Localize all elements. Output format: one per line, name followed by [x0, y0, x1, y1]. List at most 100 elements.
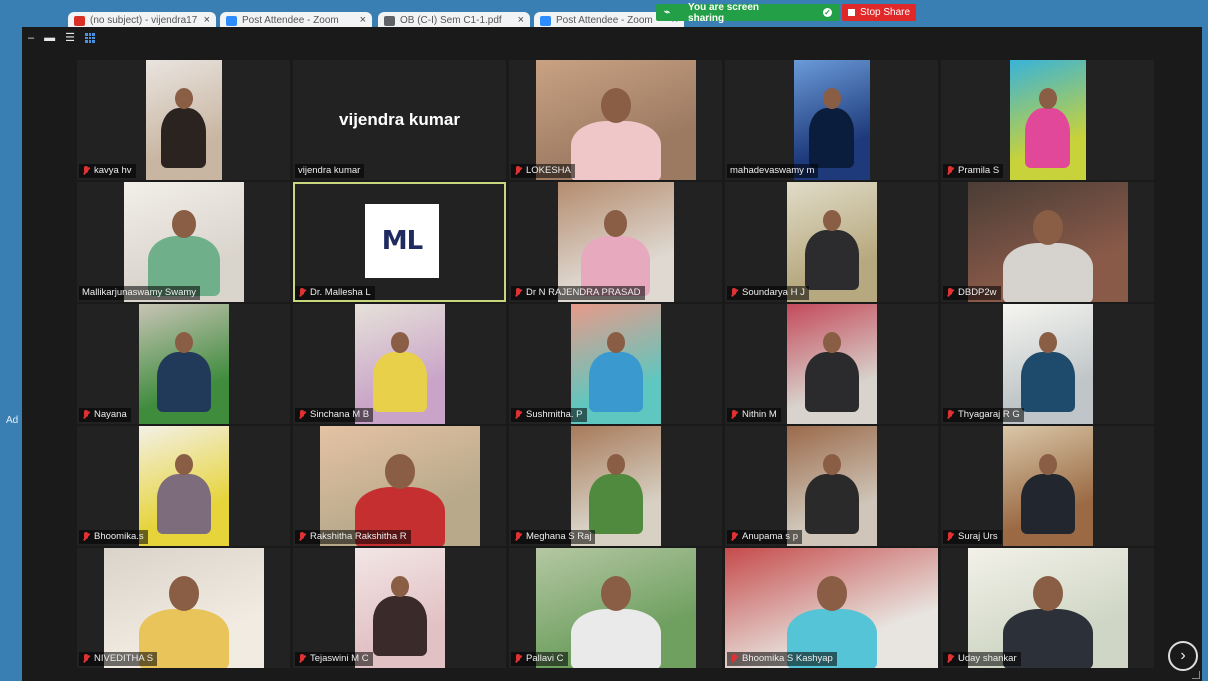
participant-name: Dr N RAJENDRA PRASAD [526, 287, 641, 298]
person-head [822, 454, 841, 475]
video-feed [138, 426, 229, 546]
profile-logo: ML [365, 204, 439, 278]
gallery-view-icon[interactable] [85, 33, 95, 43]
participant-display-name: vijendra kumar [339, 110, 460, 129]
person-head [174, 454, 193, 475]
resize-grip-icon[interactable] [1192, 671, 1200, 679]
participant-tile[interactable]: Nithin M [725, 304, 938, 424]
participant-name: vijendra kumar [298, 165, 361, 176]
participant-tile[interactable]: Mallikarjunaswamy Swamy [77, 182, 290, 302]
muted-mic-icon [946, 288, 954, 298]
next-page-button[interactable]: › [1168, 641, 1198, 671]
muted-mic-icon [82, 410, 90, 420]
person-head [390, 332, 409, 353]
person-head [600, 88, 631, 123]
participant-tile[interactable]: Dr N RAJENDRA PRASAD [509, 182, 722, 302]
person-body [156, 473, 211, 534]
participant-tile[interactable]: Anupama s p [725, 426, 938, 546]
profile-picture [1009, 60, 1086, 180]
video-feed [786, 182, 877, 302]
participant-name-label: Anupama s p [727, 530, 802, 544]
person-body [804, 473, 859, 534]
minimize-icon[interactable]: – [28, 32, 34, 44]
restore-icon[interactable]: ▬ [44, 32, 55, 44]
participant-name: Sushmitha. P [526, 409, 583, 420]
muted-mic-icon [514, 288, 522, 298]
close-icon[interactable]: × [518, 14, 524, 26]
person-head [606, 332, 625, 353]
participant-tile[interactable]: LOKESHA [509, 60, 722, 180]
participant-name-label: Pallavi C [511, 652, 568, 666]
muted-mic-icon [82, 532, 90, 542]
browser-tab-title: Post Attendee - Zoom [242, 15, 339, 26]
participant-tile[interactable]: Sushmitha. P [509, 304, 722, 424]
participant-tile[interactable]: Pallavi C [509, 548, 722, 668]
person-body [160, 107, 207, 168]
muted-mic-icon [946, 166, 954, 176]
screen-sharing-text: You are screen sharing [688, 1, 759, 24]
video-feed [570, 304, 661, 424]
participant-name-label: Suraj Urs [943, 530, 1002, 544]
participant-name: Meghana S Raj [526, 531, 592, 542]
profile-picture [793, 60, 870, 180]
muted-mic-icon [730, 654, 738, 664]
participant-name: Tejaswini M C [310, 653, 369, 664]
participant-tile[interactable]: Thyagaraj R G [941, 304, 1154, 424]
muted-mic-icon [82, 166, 90, 176]
person-head [822, 88, 841, 109]
participant-tile[interactable]: ML Dr. Mallesha L [293, 182, 506, 302]
participant-name-label: Sinchana M B [295, 408, 374, 422]
zoom-icon [226, 16, 237, 26]
muted-mic-icon [730, 532, 738, 542]
participant-tile[interactable]: Bhoomika S Kashyap [725, 548, 938, 668]
participant-name-label: LOKESHA [511, 164, 575, 178]
participant-name-label: Nayana [79, 408, 131, 422]
participant-name-label: Meghana S Raj [511, 530, 596, 544]
person-head [174, 332, 193, 353]
person-head [384, 454, 415, 489]
participant-tile[interactable]: Bhoomika.s [77, 426, 290, 546]
participant-tile[interactable]: Rakshitha Rakshitha R [293, 426, 506, 546]
close-icon[interactable]: × [204, 14, 210, 26]
muted-mic-icon [946, 654, 954, 664]
participant-tile[interactable]: Uday shankar [941, 548, 1154, 668]
participant-tile[interactable]: Meghana S Raj [509, 426, 722, 546]
video-feed [557, 182, 674, 302]
zoom-icon [540, 16, 551, 26]
participant-tile[interactable]: Tejaswini M C [293, 548, 506, 668]
browser-tab-title: (no subject) - vijendra17 [90, 15, 198, 26]
stop-share-button[interactable]: Stop Share [842, 4, 917, 21]
participant-tile[interactable]: vijendra kumar vijendra kumar [293, 60, 506, 180]
browser-tab-title: OB (C-I) Sem C1-1.pdf [400, 15, 502, 26]
menu-icon[interactable]: ☰ [65, 32, 75, 44]
person-head [1032, 210, 1063, 245]
participant-tile[interactable]: kavya hv [77, 60, 290, 180]
participant-tile[interactable]: Soundarya H J [725, 182, 938, 302]
muted-mic-icon [946, 410, 954, 420]
participant-tile[interactable]: Sinchana M B [293, 304, 506, 424]
person-head [822, 332, 841, 353]
participant-tile[interactable]: DBDP2w [941, 182, 1154, 302]
participant-name-label: Sushmitha. P [511, 408, 587, 422]
participant-name: Sinchana M B [310, 409, 370, 420]
muted-mic-icon [514, 410, 522, 420]
muted-mic-icon [514, 532, 522, 542]
participant-tile[interactable]: Nayana [77, 304, 290, 424]
participant-tile[interactable]: Suraj Urs [941, 426, 1154, 546]
participant-tile[interactable]: Pramila S [941, 60, 1154, 180]
person-body [804, 351, 859, 412]
desktop-label: Ad [6, 415, 19, 426]
video-feed [1002, 426, 1093, 546]
participant-tile[interactable]: mahadevaswamy m [725, 60, 938, 180]
participant-name: Uday shankar [958, 653, 1017, 664]
participant-tile[interactable]: NIVEDITHA S [77, 548, 290, 668]
close-icon[interactable]: × [360, 14, 366, 26]
person-head [1038, 332, 1057, 353]
muted-mic-icon [514, 166, 522, 176]
participant-name-label: Uday shankar [943, 652, 1021, 666]
participant-name-label: Bhoomika.s [79, 530, 148, 544]
participant-name-label: DBDP2w [943, 286, 1001, 300]
participant-name-label: Tejaswini M C [295, 652, 373, 666]
participant-name: kavya hv [94, 165, 132, 176]
participant-name-label: kavya hv [79, 164, 136, 178]
